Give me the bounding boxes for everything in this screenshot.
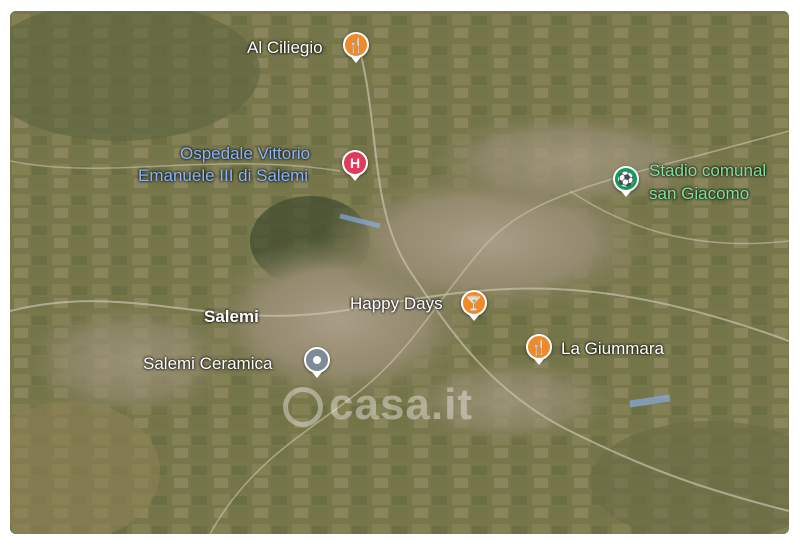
- place-label-ospedale-line2[interactable]: Emanuele III di Salemi: [138, 166, 308, 185]
- place-label-ospedale-line1[interactable]: Ospedale Vittorio: [180, 144, 310, 163]
- place-label-al-ciliegio[interactable]: Al Ciliegio: [247, 38, 323, 57]
- town-label-salemi[interactable]: Salemi: [204, 307, 259, 326]
- fork-knife-icon[interactable]: 🍴: [526, 334, 552, 360]
- place-label-la-giummara[interactable]: La Giummara: [561, 339, 664, 358]
- hospital-glyph: H: [349, 155, 361, 171]
- hospital-icon[interactable]: H: [342, 150, 368, 176]
- location-pin-icon[interactable]: [304, 347, 330, 373]
- pin-dot: [313, 356, 321, 364]
- watermark: casa.it: [283, 380, 473, 430]
- fork-knife-icon[interactable]: 🍴: [343, 32, 369, 58]
- satellite-terrain: [10, 11, 789, 534]
- satellite-map[interactable]: casa.it Al Ciliegio 🍴 Ospedale Vittorio …: [10, 11, 789, 534]
- place-label-happy-days[interactable]: Happy Days: [350, 294, 443, 313]
- place-label-salemi-ceramica[interactable]: Salemi Ceramica: [143, 354, 272, 373]
- stadium-icon[interactable]: ⚽: [613, 166, 639, 192]
- cocktail-icon[interactable]: 🍸: [461, 290, 487, 316]
- watermark-logo-icon: [283, 387, 323, 428]
- place-label-stadio-line1[interactable]: Stadio comunal: [649, 161, 766, 180]
- place-label-stadio-line2[interactable]: san Giacomo: [649, 184, 749, 203]
